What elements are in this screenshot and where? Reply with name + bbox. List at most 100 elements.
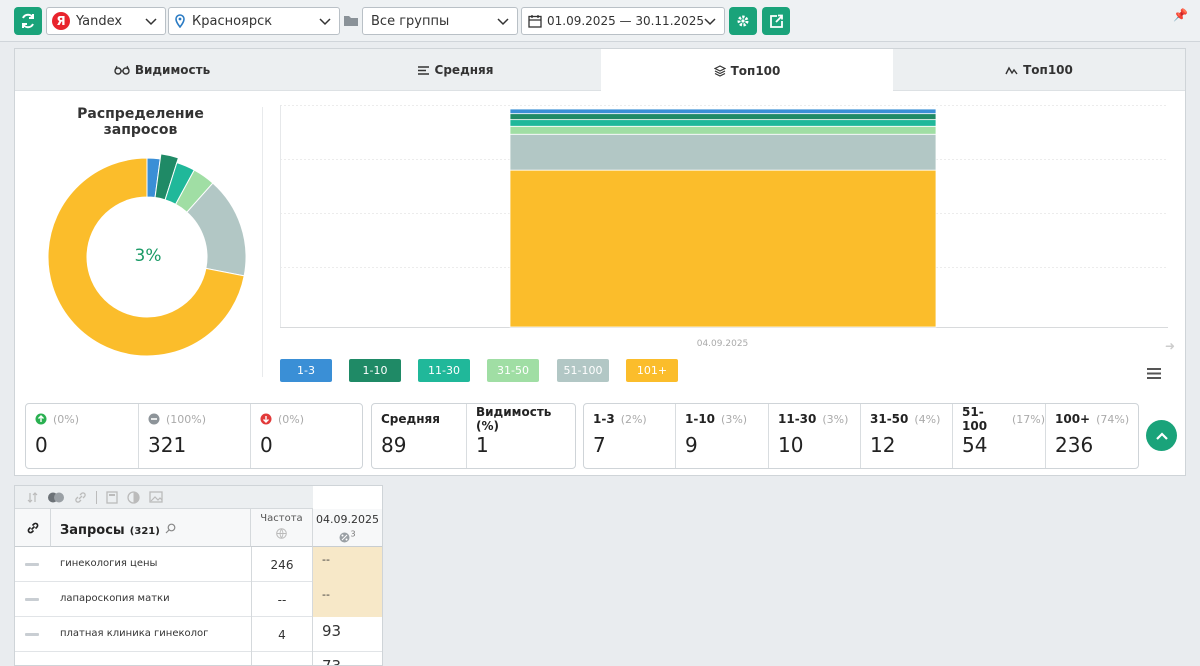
tab-visibility[interactable]: Видимость — [15, 49, 309, 91]
sort-icon[interactable] — [27, 491, 38, 503]
group-value: Все группы — [371, 13, 450, 29]
date-range-select[interactable]: 01.09.2025 — 30.11.2025 — [521, 7, 725, 35]
tab-top100-stacked[interactable]: Топ100 — [601, 49, 893, 92]
stat-value: 12 — [870, 433, 896, 457]
date-column-header[interactable]: 04.09.2025 3 — [313, 509, 382, 547]
table-row[interactable]: лапароскопия матки -- -- — [15, 582, 382, 617]
location-pin-icon — [175, 14, 185, 28]
stat-label: 1-3 — [593, 412, 615, 426]
stat-value: 54 — [962, 433, 988, 457]
ranges-group: 1-3 (2%) 7 1-10 (3%) 9 11-30 (3%) 10 31-50 (4%) 12 5… — [583, 403, 1139, 469]
legend-item-51-100[interactable]: 51-100 — [557, 359, 609, 382]
stat-label: 11-30 — [778, 412, 817, 426]
tab-label: Средняя — [434, 63, 494, 77]
collapse-button[interactable] — [1146, 420, 1177, 451]
search-engine-select[interactable]: Я Yandex — [46, 7, 166, 35]
bar-segment-31-50[interactable] — [509, 125, 937, 135]
row-dash-icon[interactable] — [25, 563, 39, 566]
chevron-down-icon — [497, 18, 509, 26]
bar-segment-1-3[interactable] — [509, 108, 937, 115]
position-value: 93 — [322, 622, 342, 640]
stat-value: 0 — [260, 433, 273, 457]
stat-label: 51-100 — [962, 405, 988, 433]
link-icon — [27, 522, 38, 533]
query-text: гинекология цены — [60, 558, 158, 569]
position-value: -- — [313, 582, 382, 617]
region-select[interactable]: Красноярск — [168, 7, 340, 35]
queries-column-header[interactable]: Запросы (321) — [51, 509, 251, 547]
contrast-icon[interactable] — [127, 490, 140, 504]
stat-value: 89 — [381, 433, 407, 457]
query-text: лапароскопия матки — [60, 593, 170, 604]
table-row[interactable]: платная клиника гинеколог 4 93 — [15, 617, 382, 652]
refresh-icon — [22, 13, 34, 29]
image-icon[interactable] — [149, 491, 163, 503]
tab-top100-trend[interactable]: Топ100 — [893, 49, 1185, 91]
date-label: 04.09.2025 — [316, 513, 379, 526]
position-value: -- — [313, 547, 382, 582]
export-button[interactable] — [762, 7, 790, 35]
bar-segment-1-10[interactable] — [509, 113, 937, 121]
stat-pct: (100%) — [166, 412, 207, 426]
bar-segment-101+[interactable] — [509, 169, 937, 328]
queries-table: Запросы (321) Частота 04.09.2025 3 гинек… — [14, 485, 383, 666]
menu-icon[interactable] — [1146, 367, 1162, 380]
stat-range-51-100: 51-100 (17%) 54 — [953, 404, 1046, 468]
tab-label: Видимость — [134, 63, 211, 77]
refresh-button[interactable] — [14, 7, 42, 35]
stat-value: 0 — [35, 433, 48, 457]
frequency-value: 4 — [251, 617, 313, 652]
stat-pct: (0%) — [53, 412, 80, 426]
pin-icon[interactable]: 📌 — [1173, 8, 1188, 22]
search-engine-value: Yandex — [76, 13, 123, 29]
row-dash-icon[interactable] — [25, 633, 39, 636]
search-icon[interactable] — [165, 523, 176, 534]
table-toolbar — [15, 486, 313, 509]
tab-label: Топ100 — [730, 63, 781, 78]
top100-panel: Видимость Средняя Топ100 Топ100 Распреде… — [14, 48, 1186, 476]
legend-item-101+[interactable]: 101+ — [626, 359, 678, 382]
frequency-column-header[interactable]: Частота — [251, 509, 313, 547]
link-column-header[interactable] — [15, 509, 51, 547]
bar-segment-51-100[interactable] — [509, 133, 937, 171]
toolbar: Я Yandex Красноярск Все группы 01.09.202… — [0, 0, 1200, 42]
group-select[interactable]: Все группы — [362, 7, 518, 35]
row-dash-icon[interactable] — [25, 598, 39, 601]
distribution-title: Распределение запросов — [77, 106, 204, 138]
legend-item-11-30[interactable]: 11-30 — [418, 359, 470, 382]
stat-pct: (3%) — [721, 412, 748, 426]
link-icon[interactable] — [74, 491, 87, 504]
position-value: 73 — [322, 657, 342, 666]
stat-value: 236 — [1055, 433, 1094, 457]
tab-average[interactable]: Средняя — [309, 49, 601, 91]
frequency-value — [251, 652, 313, 665]
toggle-icon[interactable] — [47, 492, 65, 503]
arrow-right-icon[interactable]: ➜ — [1165, 339, 1175, 353]
separator — [96, 490, 97, 504]
queries-label: Запросы — [60, 523, 125, 538]
chevron-up-icon — [1155, 431, 1168, 440]
calculator-icon[interactable] — [106, 490, 118, 504]
stat-pct: (0%) — [278, 412, 305, 426]
chevron-down-icon — [145, 18, 157, 26]
stat-unchanged: (100%) 321 — [139, 404, 251, 468]
table-row[interactable]: 73 — [15, 652, 382, 666]
table-row[interactable]: гинекология цены 246 -- — [15, 547, 382, 582]
chevron-down-icon — [319, 18, 331, 26]
stat-range-31-50: 31-50 (4%) 12 — [861, 404, 953, 468]
settings-button[interactable] — [729, 7, 757, 35]
legend-item-31-50[interactable]: 31-50 — [487, 359, 539, 382]
date-superscript: 3 — [350, 529, 356, 539]
view-tabs: Видимость Средняя Топ100 Топ100 — [15, 49, 1185, 92]
stat-range-11-30: 11-30 (3%) 10 — [769, 404, 861, 468]
position-changes-group: (0%) 0 (100%) 321 (0%) 0 — [25, 403, 363, 469]
stat-average: Средняя 89 — [372, 404, 467, 468]
calendar-icon — [528, 15, 542, 28]
date-range-value: 01.09.2025 — 30.11.2025 — [547, 14, 705, 28]
legend-item-1-3[interactable]: 1-3 — [280, 359, 332, 382]
bar-segment-11-30[interactable] — [509, 119, 937, 127]
folder-icon — [344, 16, 358, 26]
stat-label: 100+ — [1055, 412, 1091, 426]
stat-range-100+: 100+ (74%) 236 — [1046, 404, 1138, 468]
legend-item-1-10[interactable]: 1-10 — [349, 359, 401, 382]
